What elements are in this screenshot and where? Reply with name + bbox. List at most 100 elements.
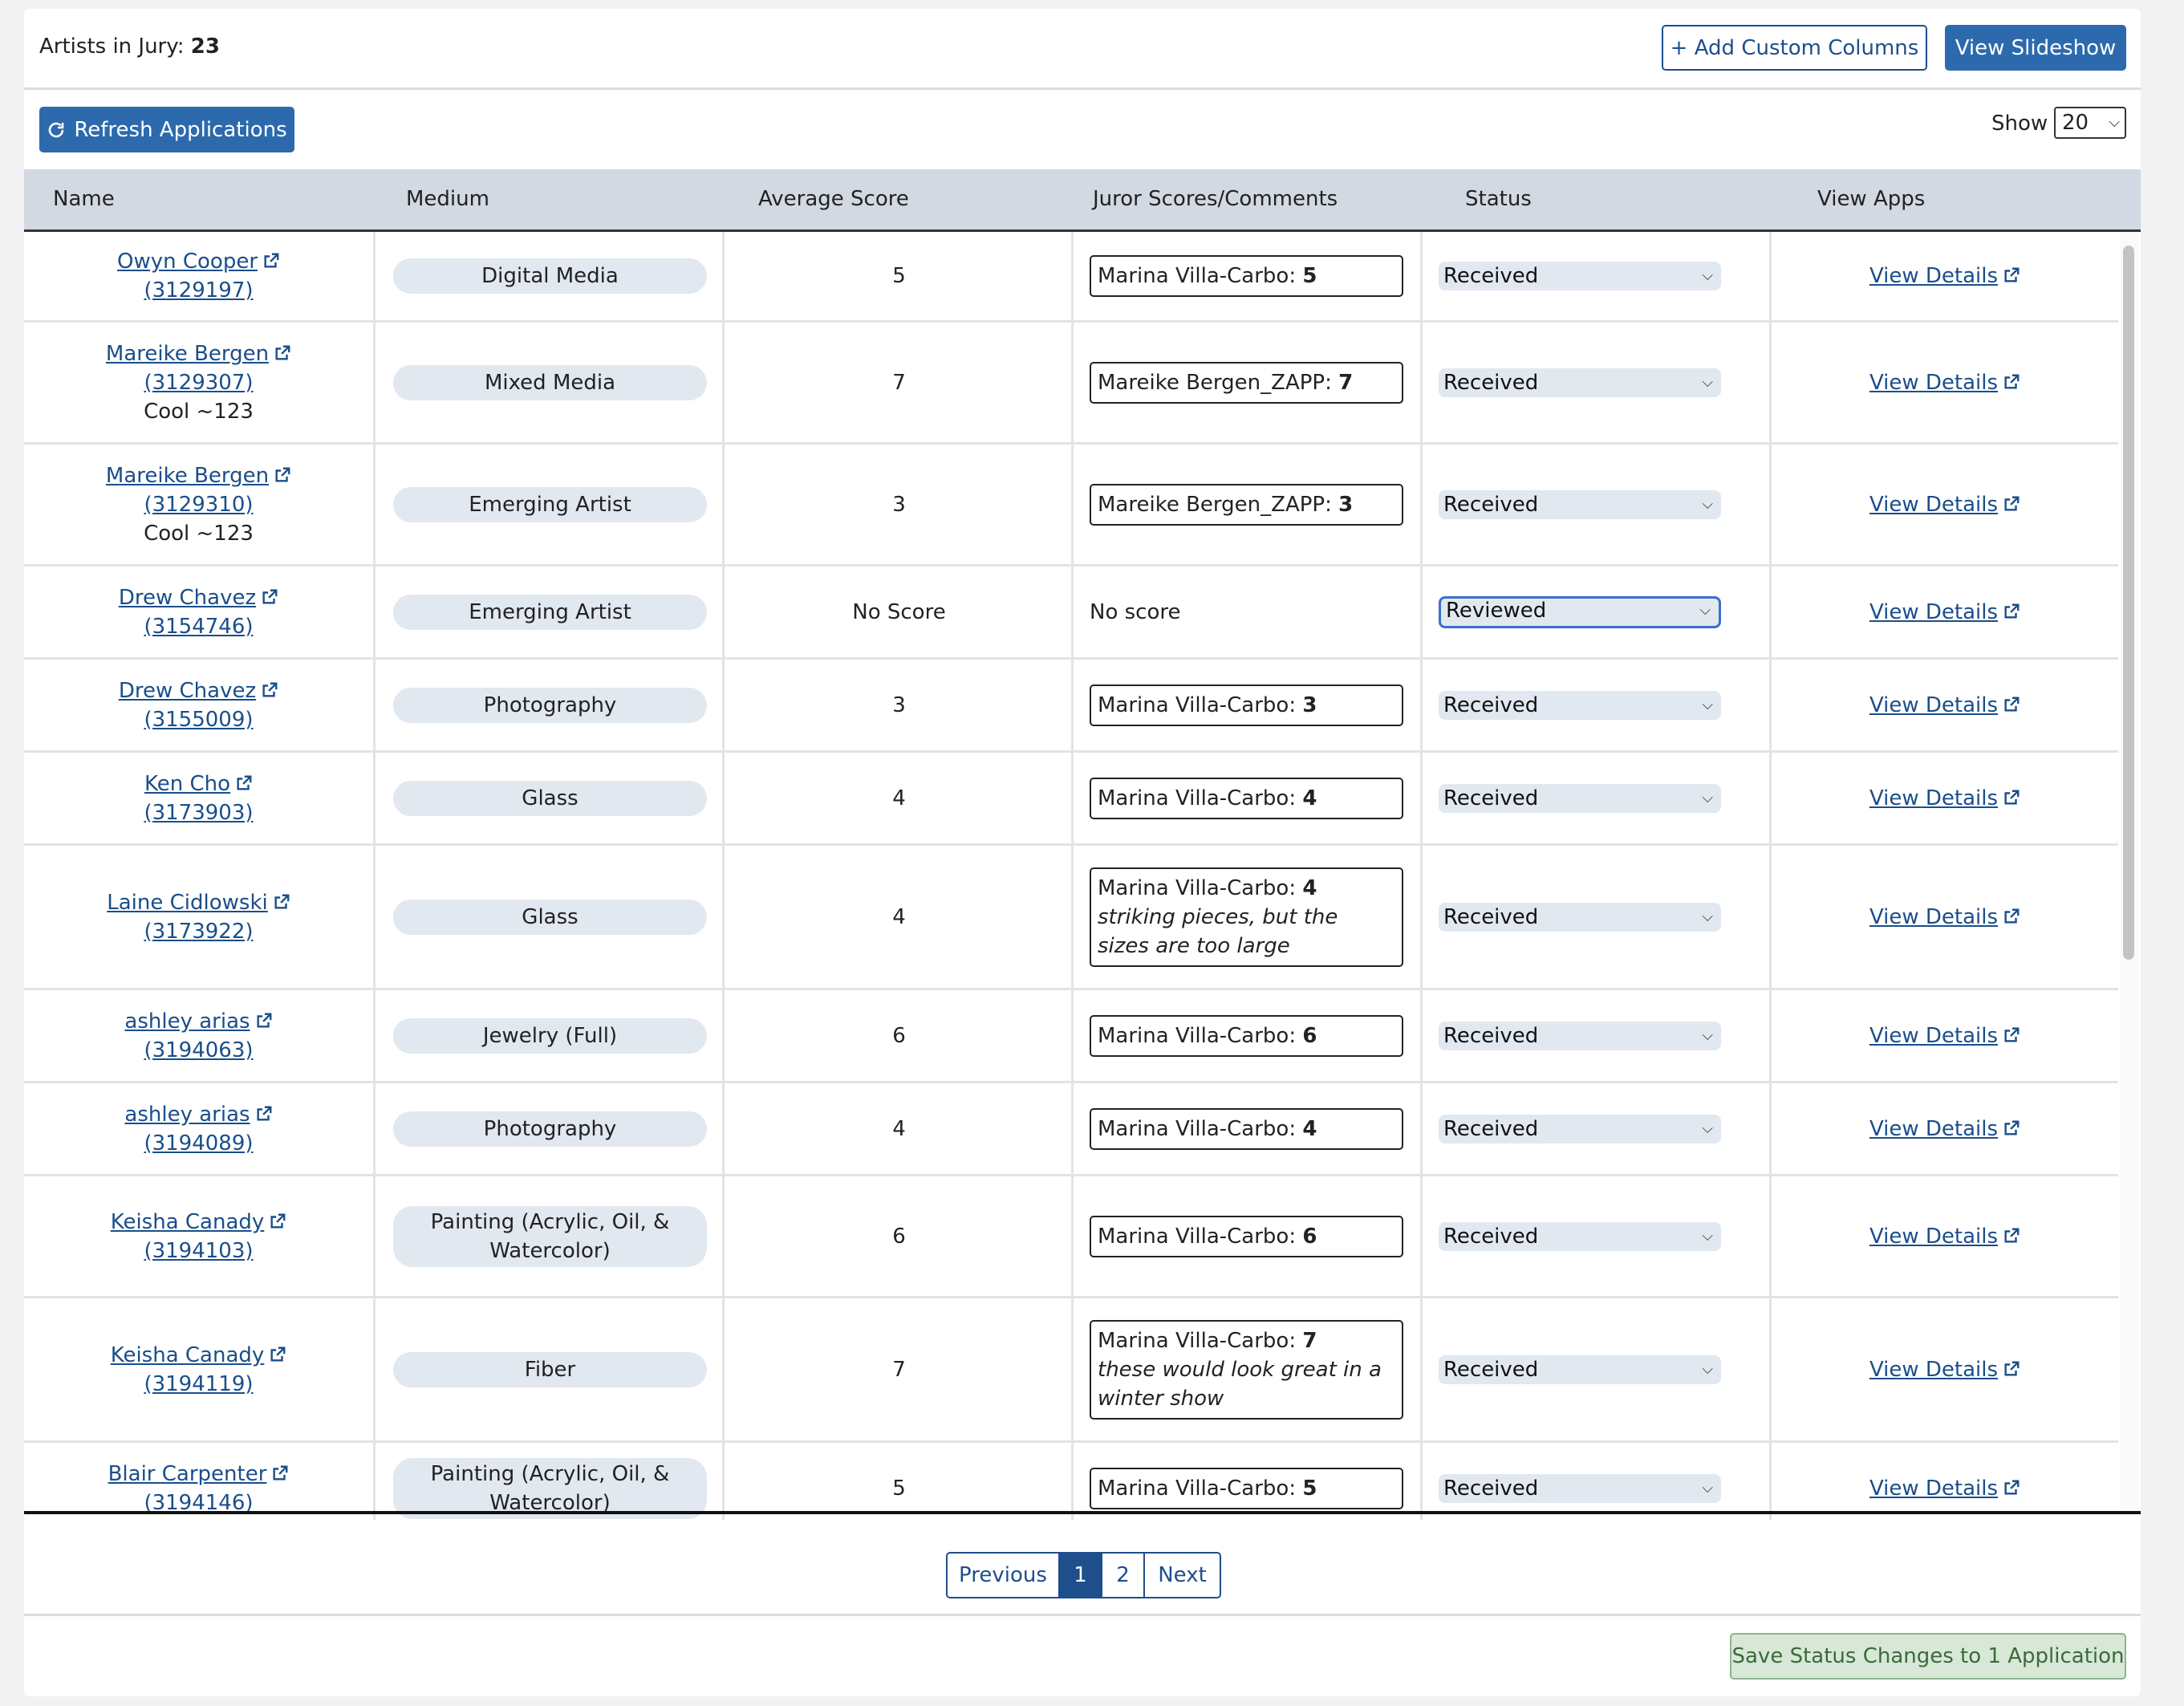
artist-name: Mareike Bergen [105,341,270,366]
juror-score-box: Marina Villa-Carbo: 4 [1090,777,1403,819]
application-id-link[interactable]: (3154746) [144,612,253,641]
column-header-average-score[interactable]: Average Score [758,187,909,211]
status-select[interactable]: Received ⌵ [1439,1114,1721,1143]
status-select[interactable]: Received ⌵ [1439,1221,1721,1251]
external-link-icon [2004,908,2020,924]
pagination-page-1[interactable]: 1 [1059,1552,1102,1598]
pagination-next[interactable]: Next [1144,1552,1221,1598]
status-cell: Received ⌵ [1423,753,1772,843]
juror-comment: these would look great in a winter show [1098,1357,1382,1411]
artist-name: Ken Cho [144,771,231,796]
view-details-link[interactable]: View Details [1869,371,2020,395]
status-select[interactable]: Reviewed ⌵ [1439,595,1721,628]
view-details-label: View Details [1869,264,1999,288]
status-cell: Received ⌵ [1423,1443,1772,1520]
status-select[interactable]: Received ⌵ [1439,783,1721,813]
view-details-link[interactable]: View Details [1869,600,2020,624]
pagination-page-2[interactable]: 2 [1102,1552,1144,1598]
application-id-link[interactable]: (3129197) [144,276,253,305]
application-id-link[interactable]: (3173903) [144,798,253,827]
chevron-down-icon: ⌵ [1699,601,1711,619]
artist-name: Owyn Cooper [116,250,258,274]
status-cell: Received ⌵ [1423,660,1772,750]
column-header-name[interactable]: Name [53,187,115,211]
juror-scores-cell: Marina Villa-Carbo: 7 these would look gr… [1074,1298,1423,1440]
column-divider [1071,232,1074,1520]
chevron-down-icon: ⌵ [1702,1026,1713,1044]
name-cell: Owyn Cooper (3129197) [24,232,373,320]
application-id-link[interactable]: (3194119) [144,1370,253,1399]
add-custom-columns-button[interactable]: + Add Custom Columns [1662,25,1927,71]
status-value: Received [1443,370,1539,395]
average-score: 7 [892,370,906,395]
table-scrollbar-thumb[interactable] [2123,246,2134,960]
view-details-link[interactable]: View Details [1869,693,2020,717]
save-status-changes-button[interactable]: Save Status Changes to 1 Application [1730,1633,2126,1680]
page-size-select[interactable]: 20 ⌵ [2054,107,2126,139]
application-id-link[interactable]: (3129307) [144,368,253,397]
pagination-previous[interactable]: Previous [946,1552,1059,1598]
view-details-link[interactable]: View Details [1869,264,2020,288]
application-id-link[interactable]: (3194063) [144,1036,253,1065]
artist-name-link[interactable]: Blair Carpenter [108,1460,290,1489]
artist-name-link[interactable]: ashley arias [124,1007,272,1036]
artist-name-link[interactable]: Ken Cho [144,770,253,798]
artist-name-link[interactable]: Drew Chavez [119,583,278,612]
application-id-link[interactable]: (3129310) [144,490,253,519]
status-select[interactable]: Received ⌵ [1439,1021,1721,1050]
artist-name-link[interactable]: Owyn Cooper [117,247,280,276]
chevron-down-icon: ⌵ [1702,696,1713,713]
juror-scores-cell: Mareike Bergen_ZAPP: 7 [1074,323,1423,442]
view-details-link[interactable]: View Details [1869,1225,2020,1249]
column-header-juror-scores[interactable]: Juror Scores/Comments [1093,187,1338,211]
chevron-down-icon: ⌵ [1702,789,1713,806]
artist-name-link[interactable]: Keisha Canady [111,1208,287,1237]
juror-name: Marina Villa-Carbo: [1098,1023,1297,1048]
status-select[interactable]: Received ⌵ [1439,1473,1721,1503]
artists-in-jury-count: 23 [190,35,220,59]
view-details-link[interactable]: View Details [1869,786,2020,810]
name-cell: ashley arias (3194063) [24,990,373,1081]
refresh-applications-button[interactable]: Refresh Applications [39,107,294,152]
chevron-down-icon: ⌵ [1702,495,1713,513]
juror-score-box: Marina Villa-Carbo: 7 these would look gr… [1090,1319,1403,1420]
application-id-link[interactable]: (3155009) [144,705,253,734]
column-header-status[interactable]: Status [1465,187,1532,211]
status-select[interactable]: Received ⌵ [1439,489,1721,519]
application-id-link[interactable]: (3173922) [144,917,253,946]
view-details-link[interactable]: View Details [1869,1024,2020,1048]
external-link-icon [2004,790,2020,805]
status-select[interactable]: Received ⌵ [1439,1355,1721,1384]
application-id-link[interactable]: (3194089) [144,1129,253,1158]
artist-name-link[interactable]: Keisha Canady [111,1341,287,1370]
name-cell: Ken Cho (3173903) [24,753,373,843]
status-select[interactable]: Received ⌵ [1439,902,1721,932]
medium-cell: Jewelry (Full) [376,990,725,1081]
application-id-link[interactable]: (3194103) [144,1237,253,1265]
column-header-medium[interactable]: Medium [406,187,489,211]
status-select[interactable]: Received ⌵ [1439,368,1721,397]
chevron-down-icon: ⌵ [1702,1227,1713,1245]
juror-name: Marina Villa-Carbo: [1098,264,1297,288]
status-select[interactable]: Received ⌵ [1439,262,1721,290]
view-details-link[interactable]: View Details [1869,1117,2020,1141]
medium-cell: Painting (Acrylic, Oil, & Watercolor) [376,1443,725,1520]
artist-name-link[interactable]: ashley arias [124,1100,272,1129]
name-cell: Mareike Bergen (3129307) Cool ~123 [24,323,373,442]
view-slideshow-button[interactable]: View Slideshow [1945,25,2126,71]
view-details-link[interactable]: View Details [1869,905,2020,929]
column-header-view-apps[interactable]: View Apps [1817,187,1925,211]
view-details-label: View Details [1869,492,1999,517]
artist-note: Cool ~123 [144,399,254,424]
artist-name-link[interactable]: Mareike Bergen [106,339,291,368]
status-value: Received [1443,1023,1539,1048]
artist-name-link[interactable]: Drew Chavez [119,676,278,705]
artist-name-link[interactable]: Laine Cidlowski [107,888,290,917]
view-details-link[interactable]: View Details [1869,493,2020,517]
status-select[interactable]: Received ⌵ [1439,690,1721,720]
view-details-link[interactable]: View Details [1869,1477,2020,1501]
show-label: Show [1991,112,2048,136]
external-link-icon [2004,374,2020,389]
artist-name-link[interactable]: Mareike Bergen [106,461,291,490]
view-details-link[interactable]: View Details [1869,1358,2020,1382]
